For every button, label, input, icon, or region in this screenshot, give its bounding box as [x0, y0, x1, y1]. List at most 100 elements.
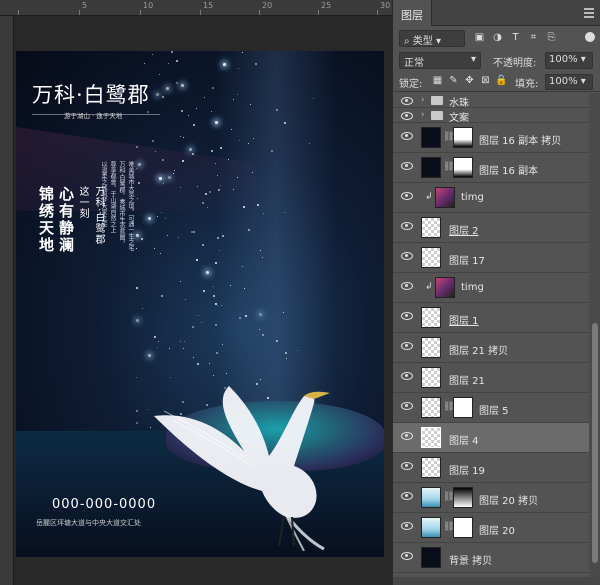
layer-row[interactable]: ⛓ 图层 16 副本	[393, 153, 589, 183]
layer-row[interactable]: 图层 19	[393, 453, 589, 483]
layer-mask-thumbnail[interactable]	[453, 517, 473, 538]
layer-name[interactable]: 图层 21 拷贝	[449, 342, 508, 357]
lock-position-icon[interactable]: ✥	[463, 74, 476, 87]
ruler-tick	[18, 10, 19, 15]
star-sparkle	[204, 97, 206, 99]
layer-name[interactable]: 图层 1	[449, 312, 479, 327]
visibility-eye-icon[interactable]	[401, 402, 413, 410]
layer-row[interactable]: 图层 4	[393, 423, 589, 453]
ruler-tick	[140, 10, 141, 15]
lock-transparent-icon[interactable]: ▦	[431, 74, 444, 87]
star-sparkle	[283, 122, 286, 125]
layer-row[interactable]: 图层 1	[393, 303, 589, 333]
visibility-eye-icon[interactable]	[401, 282, 413, 290]
star-sparkle	[136, 234, 139, 238]
layer-scrollbar[interactable]	[589, 93, 600, 577]
layer-row[interactable]: ⛓ 图层 16 副本 拷贝	[393, 123, 589, 153]
visibility-eye-icon[interactable]	[401, 342, 413, 350]
visibility-eye-icon[interactable]	[401, 522, 413, 530]
layer-mask-thumbnail[interactable]	[453, 127, 473, 148]
layer-row[interactable]: ↲ timg	[393, 183, 589, 213]
poster-canvas[interactable]: 万科·白鹭郡 游于湖山 · 逸于天地 锦绣天地 心有静澜 这一刻 万科·白鹭郡 …	[16, 51, 384, 557]
fill-input[interactable]: 100% ▾	[545, 74, 593, 90]
layer-name[interactable]: 图层 20 拷贝	[479, 492, 538, 507]
star-sparkle	[180, 136, 182, 138]
tab-layers[interactable]: 图层	[393, 0, 432, 26]
visibility-eye-icon[interactable]	[401, 552, 413, 560]
layer-name[interactable]: 图层 4	[449, 432, 479, 447]
vertical-ruler	[0, 16, 14, 585]
layer-name[interactable]: timg	[461, 282, 484, 293]
star-sparkle	[181, 110, 184, 113]
star-sparkle	[207, 206, 209, 208]
layer-name[interactable]: 文案	[449, 109, 469, 124]
filter-toggle[interactable]	[585, 32, 595, 42]
layer-name[interactable]: 图层 16 副本	[479, 162, 538, 177]
layer-name[interactable]: 图层 16 副本 拷贝	[479, 132, 561, 147]
star-sparkle	[159, 73, 161, 75]
lock-all-icon[interactable]: 🔒	[495, 74, 508, 87]
visibility-eye-icon[interactable]	[401, 312, 413, 320]
layer-name[interactable]: 背景 拷贝	[449, 552, 492, 567]
layer-mask-thumbnail[interactable]	[453, 487, 473, 508]
layer-row[interactable]: 背景 拷贝	[393, 543, 589, 573]
visibility-eye-icon[interactable]	[401, 432, 413, 440]
star-sparkle	[238, 139, 240, 141]
star-sparkle	[136, 318, 139, 322]
star-sparkle	[201, 321, 203, 323]
visibility-eye-icon[interactable]	[401, 252, 413, 260]
visibility-eye-icon[interactable]	[401, 462, 413, 470]
layer-row[interactable]: ⛓ 图层 20	[393, 513, 589, 543]
star-sparkle	[162, 96, 165, 99]
scroll-thumb[interactable]	[592, 323, 598, 563]
layer-row[interactable]: › 文案	[393, 108, 589, 124]
canvas-workspace[interactable]: 5 10 15 20 25 30 万科·白鹭郡 游于湖山 · 逸于天地 锦绣天地 心有静澜…	[0, 0, 392, 585]
layer-name[interactable]: 图层 21	[449, 372, 485, 387]
visibility-eye-icon[interactable]	[401, 97, 413, 105]
layer-row[interactable]: 图层 17	[393, 243, 589, 273]
visibility-eye-icon[interactable]	[401, 162, 413, 170]
lock-paint-icon[interactable]: ✎	[447, 74, 460, 87]
type-filter-icon[interactable]: T	[509, 31, 522, 44]
layer-name[interactable]: 图层 20	[479, 522, 515, 537]
layer-row[interactable]: ⛓ 图层 5	[393, 393, 589, 423]
lock-artboard-icon[interactable]: ⊠	[479, 74, 492, 87]
layer-row[interactable]: ↲ timg	[393, 273, 589, 303]
adjustment-filter-icon[interactable]: ◑	[491, 31, 504, 44]
visibility-eye-icon[interactable]	[401, 372, 413, 380]
layer-name[interactable]: 图层 17	[449, 252, 485, 267]
layer-thumbnail	[421, 127, 441, 148]
layer-row[interactable]: › 水珠	[393, 93, 589, 109]
visibility-eye-icon[interactable]	[401, 112, 413, 120]
layer-name[interactable]: 图层 19	[449, 462, 485, 477]
shape-filter-icon[interactable]: ⌗	[527, 31, 540, 44]
star-sparkle	[202, 244, 205, 247]
panel-footer	[393, 577, 600, 585]
group-expand-icon[interactable]: ›	[421, 95, 425, 105]
visibility-eye-icon[interactable]	[401, 222, 413, 230]
layer-mask-thumbnail[interactable]	[453, 157, 473, 178]
group-expand-icon[interactable]: ›	[421, 110, 425, 120]
layer-row[interactable]: ⛓ 图层 20 拷贝	[393, 483, 589, 513]
layer-name[interactable]: 水珠	[449, 94, 469, 109]
image-filter-icon[interactable]: ▣	[473, 31, 486, 44]
layer-row[interactable]: 图层 2	[393, 213, 589, 243]
visibility-eye-icon[interactable]	[401, 132, 413, 140]
layer-mask-thumbnail[interactable]	[453, 397, 473, 418]
vertical-slogan-1: 锦绣天地	[37, 186, 55, 254]
layer-filter-select[interactable]: ⌕ 类型 ▾	[399, 30, 465, 47]
visibility-eye-icon[interactable]	[401, 492, 413, 500]
layer-name[interactable]: 图层 2	[449, 222, 479, 237]
folder-icon	[431, 111, 443, 120]
layer-name[interactable]: 图层 5	[479, 402, 509, 417]
layer-row[interactable]: 图层 21 拷贝	[393, 333, 589, 363]
opacity-input[interactable]: 100% ▾	[545, 52, 593, 69]
blend-mode-select[interactable]: 正常 ▾	[399, 52, 481, 69]
layer-name[interactable]: timg	[461, 192, 484, 203]
visibility-eye-icon[interactable]	[401, 192, 413, 200]
filter-row: ⌕ 类型 ▾ ▣ ◑ T ⌗ ⎘	[393, 28, 600, 48]
smart-object-filter-icon[interactable]: ⎘	[545, 31, 558, 44]
layer-row[interactable]: 图层 21	[393, 363, 589, 393]
panel-menu-icon[interactable]	[584, 8, 594, 18]
phone-number: 000-000-0000	[52, 497, 157, 512]
